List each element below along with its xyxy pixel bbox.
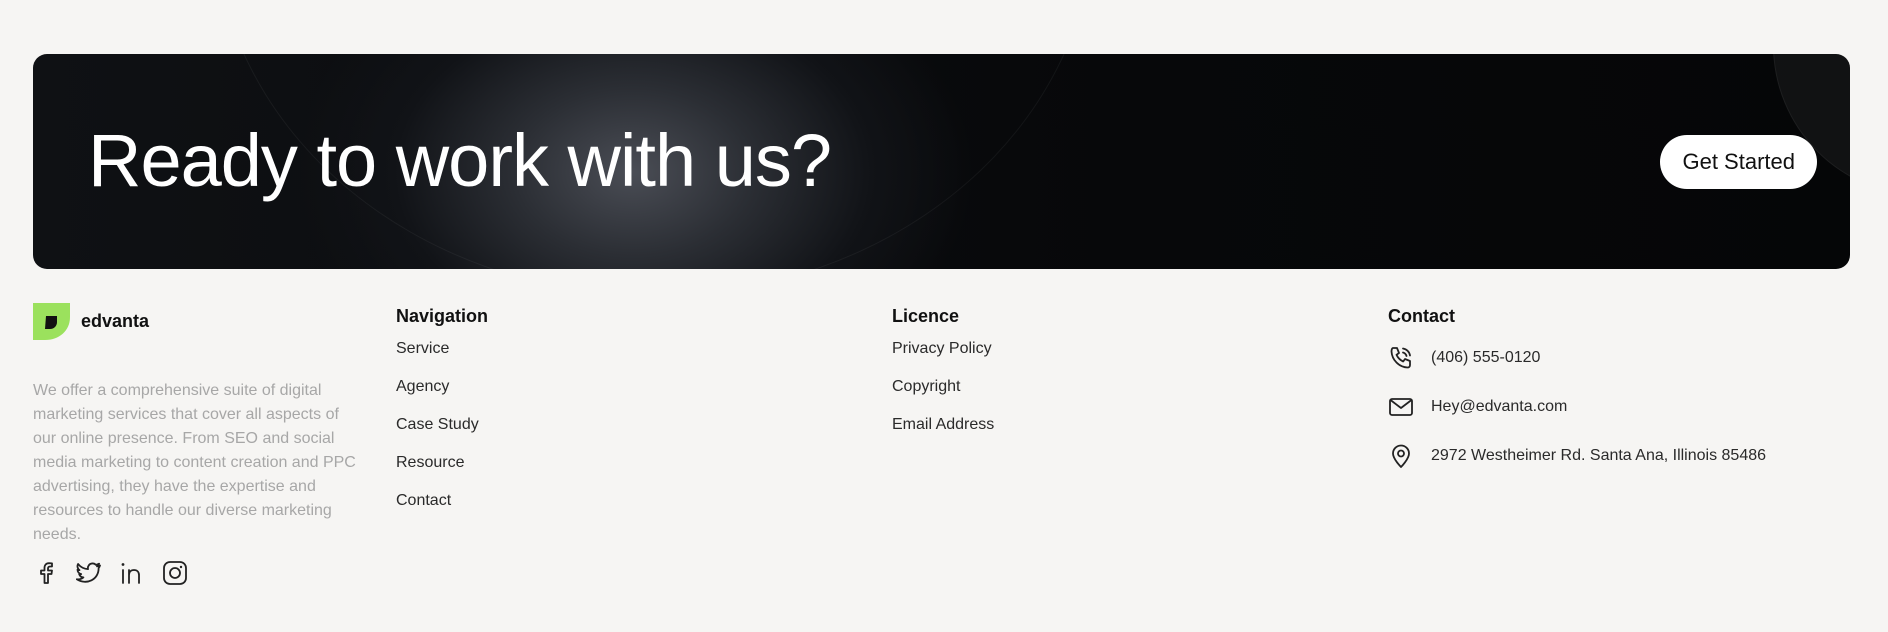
- nav-link-resource[interactable]: Resource: [396, 453, 488, 473]
- location-pin-icon: [1392, 444, 1410, 468]
- brand-logo-icon: [33, 303, 70, 340]
- footer-navigation: Navigation Service Agency Case Study Res…: [396, 303, 488, 529]
- contact-email-text: Hey@edvanta.com: [1431, 398, 1568, 415]
- social-links: [33, 560, 188, 586]
- licence-link-email-address[interactable]: Email Address: [892, 415, 994, 435]
- nav-link-contact[interactable]: Contact: [396, 491, 488, 511]
- nav-link-case-study[interactable]: Case Study: [396, 415, 488, 435]
- licence-link-privacy-policy[interactable]: Privacy Policy: [892, 339, 994, 359]
- nav-link-service[interactable]: Service: [396, 339, 488, 359]
- nav-link-agency[interactable]: Agency: [396, 377, 488, 397]
- navigation-title: Navigation: [396, 306, 489, 326]
- contact-title: Contact: [1388, 306, 1455, 326]
- mail-icon: [1389, 398, 1413, 416]
- contact-phone[interactable]: (406) 555-0120: [1388, 345, 1766, 371]
- brand[interactable]: edvanta: [33, 303, 149, 340]
- licence-link-copyright[interactable]: Copyright: [892, 377, 994, 397]
- facebook-icon[interactable]: [33, 560, 59, 586]
- licence-title: Licence: [892, 306, 960, 326]
- twitter-icon[interactable]: [75, 560, 102, 586]
- brand-description: We offer a comprehensive suite of digita…: [33, 382, 356, 543]
- footer-contact: Contact (406) 555-0120 Hey@edvanta.com 2…: [1388, 303, 1766, 492]
- get-started-button[interactable]: Get Started: [1660, 135, 1817, 189]
- footer-licence: Licence Privacy Policy Copyright Email A…: [892, 303, 994, 453]
- contact-email[interactable]: Hey@edvanta.com: [1388, 394, 1766, 420]
- brand-name: edvanta: [81, 311, 150, 331]
- cta-title: Ready to work with us?: [88, 119, 832, 202]
- linkedin-icon[interactable]: [119, 560, 145, 586]
- contact-address-text: 2972 Westheimer Rd. Santa Ana, Illinois …: [1431, 447, 1767, 464]
- contact-phone-text: (406) 555-0120: [1431, 349, 1541, 366]
- instagram-icon[interactable]: [162, 560, 188, 586]
- phone-icon: [1390, 347, 1411, 369]
- contact-address[interactable]: 2972 Westheimer Rd. Santa Ana, Illinois …: [1388, 443, 1766, 469]
- cta-banner: Ready to work with us? Get Started: [33, 54, 1850, 269]
